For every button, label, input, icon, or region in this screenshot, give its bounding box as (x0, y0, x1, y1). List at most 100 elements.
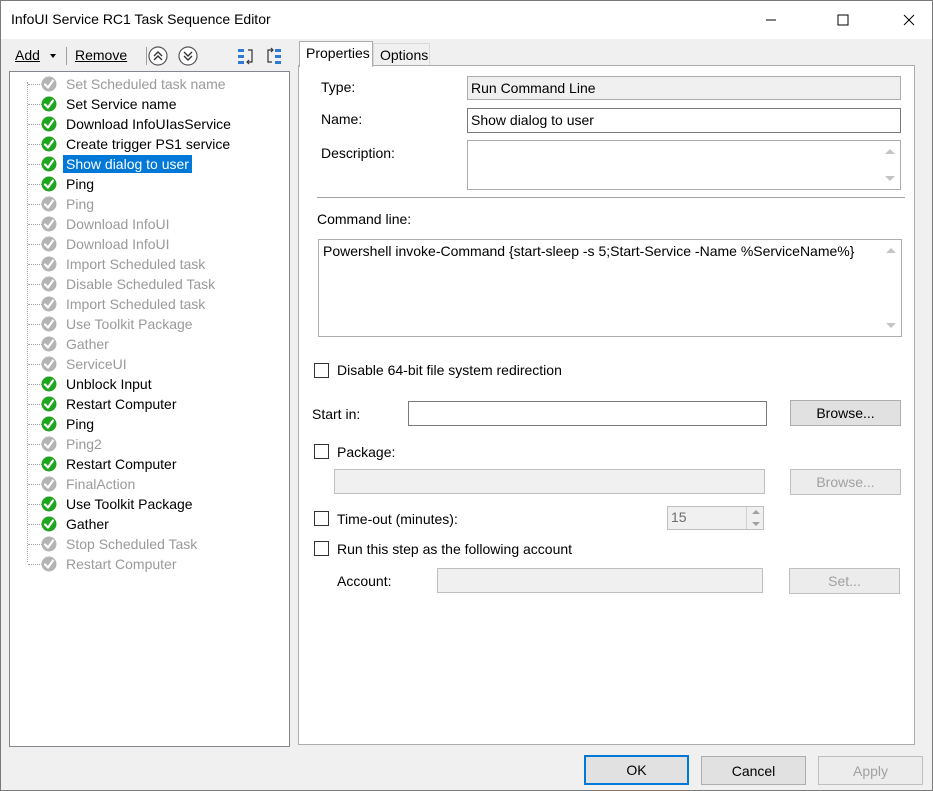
command-line-scrollbar[interactable] (883, 242, 899, 334)
tab-properties[interactable]: Properties (299, 41, 373, 67)
tree-item[interactable]: Restart Computer (10, 454, 289, 474)
tree-item[interactable]: Show dialog to user (10, 154, 289, 174)
disable-64bit-checkbox[interactable] (314, 363, 329, 378)
tree-item[interactable]: Import Scheduled task (10, 294, 289, 314)
tree-item[interactable]: Unblock Input (10, 374, 289, 394)
tree-item[interactable]: Use Toolkit Package (10, 314, 289, 334)
tree-item-label: Use Toolkit Package (66, 496, 193, 512)
disabled-check-icon (41, 476, 57, 492)
tree-connector-line (28, 144, 42, 145)
group-tool-button[interactable] (263, 45, 285, 67)
remove-label: Remove (75, 47, 128, 63)
run-as-account-checkbox[interactable] (314, 541, 329, 556)
scroll-up-icon[interactable] (885, 149, 895, 154)
ok-button[interactable]: OK (584, 755, 689, 785)
description-input[interactable] (467, 140, 901, 190)
close-button[interactable] (886, 1, 932, 39)
maximize-button[interactable] (820, 1, 866, 39)
tree-item-label: Set Scheduled task name (66, 76, 226, 92)
timeout-spin-buttons (746, 507, 763, 529)
command-line-text: Powershell invoke-Command {start-sleep -… (323, 243, 855, 259)
minimize-button[interactable] (748, 1, 794, 39)
tree-item-label: FinalAction (66, 476, 136, 492)
move-down-button[interactable] (177, 45, 199, 67)
scroll-down-icon[interactable] (886, 323, 896, 328)
timeout-label: Time-out (minutes): (337, 511, 458, 527)
enabled-check-icon (41, 96, 57, 112)
start-in-browse-button[interactable]: Browse... (790, 400, 901, 426)
tree-item-label: Import Scheduled task (66, 256, 206, 272)
scroll-down-icon[interactable] (885, 176, 895, 181)
package-checkbox[interactable] (314, 444, 329, 459)
tree-connector-line (28, 444, 42, 445)
command-line-input[interactable]: Powershell invoke-Command {start-sleep -… (318, 239, 902, 337)
tab-options[interactable]: Options (373, 43, 430, 65)
account-set-button: Set... (789, 568, 900, 594)
tree-item[interactable]: Restart Computer (10, 554, 289, 574)
tree-item[interactable]: Ping (10, 174, 289, 194)
package-browse-button: Browse... (790, 469, 901, 495)
tree-item[interactable]: Download InfoUIasService (10, 114, 289, 134)
tree-item[interactable]: Gather (10, 334, 289, 354)
tree-item[interactable]: Use Toolkit Package (10, 494, 289, 514)
tree-item[interactable]: Ping (10, 414, 289, 434)
tree-connector-line (28, 224, 42, 225)
chevron-down-icon[interactable] (50, 54, 56, 58)
account-label: Account: (337, 573, 392, 589)
add-menu-button[interactable]: Add (15, 47, 40, 63)
tree-connector-line (28, 464, 42, 465)
task-sequence-tree[interactable]: Set Scheduled task name Set Service name D… (9, 71, 290, 747)
tree-connector-line (28, 164, 42, 165)
move-up-icon (148, 46, 168, 66)
type-field: Run Command Line (467, 76, 901, 100)
timeout-checkbox[interactable] (314, 511, 329, 526)
disabled-check-icon (41, 236, 57, 252)
scroll-up-icon[interactable] (886, 248, 896, 253)
type-label: Type: (321, 79, 356, 95)
enabled-check-icon (41, 156, 57, 172)
package-label: Package: (337, 444, 396, 460)
description-scrollbar[interactable] (882, 143, 898, 187)
tree-item-label: Disable Scheduled Task (66, 276, 216, 292)
tree-item-label: Download InfoUI (66, 236, 170, 252)
cancel-button[interactable]: Cancel (701, 756, 806, 785)
tree-item[interactable]: Stop Scheduled Task (10, 534, 289, 554)
tree-connector-line (28, 364, 42, 365)
tree-item[interactable]: Set Service name (10, 94, 289, 114)
tree-item[interactable]: Import Scheduled task (10, 254, 289, 274)
tree-connector-line (28, 504, 42, 505)
window-title: InfoUI Service RC1 Task Sequence Editor (11, 11, 271, 27)
enabled-check-icon (41, 176, 57, 192)
move-up-button[interactable] (147, 45, 169, 67)
enabled-check-icon (41, 456, 57, 472)
tree-item[interactable]: Gather (10, 514, 289, 534)
tree-item[interactable]: Set Scheduled task name (10, 74, 289, 94)
enabled-check-icon (41, 516, 57, 532)
account-input (437, 568, 763, 593)
tree-item[interactable]: Download InfoUI (10, 214, 289, 234)
run-as-account-label: Run this step as the following account (337, 541, 573, 557)
tree-item[interactable]: Download InfoUI (10, 234, 289, 254)
disabled-check-icon (41, 536, 57, 552)
enabled-check-icon (41, 376, 57, 392)
tree-item-label: Show dialog to user (63, 155, 192, 173)
tree-item[interactable]: Create trigger PS1 service (10, 134, 289, 154)
disabled-check-icon (41, 256, 57, 272)
tree-item[interactable]: Restart Computer (10, 394, 289, 414)
tree-item[interactable]: Disable Scheduled Task (10, 274, 289, 294)
name-input[interactable]: Show dialog to user (467, 108, 901, 133)
start-in-input[interactable] (408, 401, 767, 426)
enabled-check-icon (41, 136, 57, 152)
description-label: Description: (321, 145, 395, 161)
tree-item[interactable]: Ping2 (10, 434, 289, 454)
disable-64bit-label: Disable 64-bit file system redirection (337, 362, 562, 378)
sequence-tool-button[interactable] (235, 45, 257, 67)
tree-item[interactable]: ServiceUI (10, 354, 289, 374)
package-input (334, 469, 765, 494)
tree-connector-line (28, 124, 42, 125)
tree-item[interactable]: FinalAction (10, 474, 289, 494)
tree-item[interactable]: Ping (10, 194, 289, 214)
tree-connector-line (28, 404, 42, 405)
remove-button[interactable]: Remove (75, 47, 127, 63)
tree-item-label: Set Service name (66, 96, 177, 112)
